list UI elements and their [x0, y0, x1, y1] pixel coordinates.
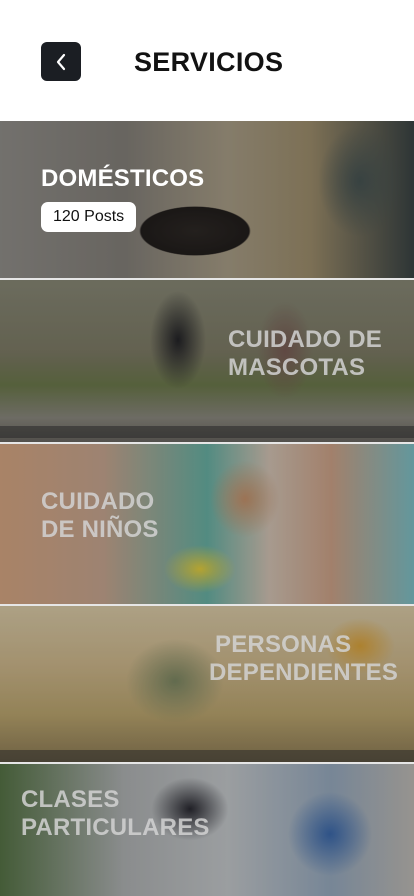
category-title: DOMÉSTICOS [41, 165, 205, 192]
app-header: SERVICIOS [0, 0, 414, 120]
category-title: CUIDADO DE MASCOTAS [228, 326, 383, 381]
category-card-mascotas[interactable]: CUIDADO DE MASCOTAS [0, 280, 414, 442]
category-card-dependientes[interactable]: PERSONAS DEPENDIENTES [0, 606, 414, 762]
posts-count-badge: 120 Posts [41, 202, 137, 232]
category-title: PERSONAS DEPENDIENTES [209, 631, 399, 686]
category-card-ninos[interactable]: CUIDADO DE NIÑOS [0, 444, 414, 604]
chevron-left-icon [56, 53, 66, 70]
page-title: SERVICIOS [134, 47, 284, 77]
category-title: CUIDADO DE NIÑOS [41, 488, 159, 543]
category-card-clases[interactable]: CLASES PARTICULARES [0, 764, 414, 896]
category-title: CLASES PARTICULARES [21, 786, 210, 841]
category-card-domesticos[interactable]: DOMÉSTICOS 120 Posts [0, 121, 414, 278]
back-button[interactable] [41, 42, 81, 81]
